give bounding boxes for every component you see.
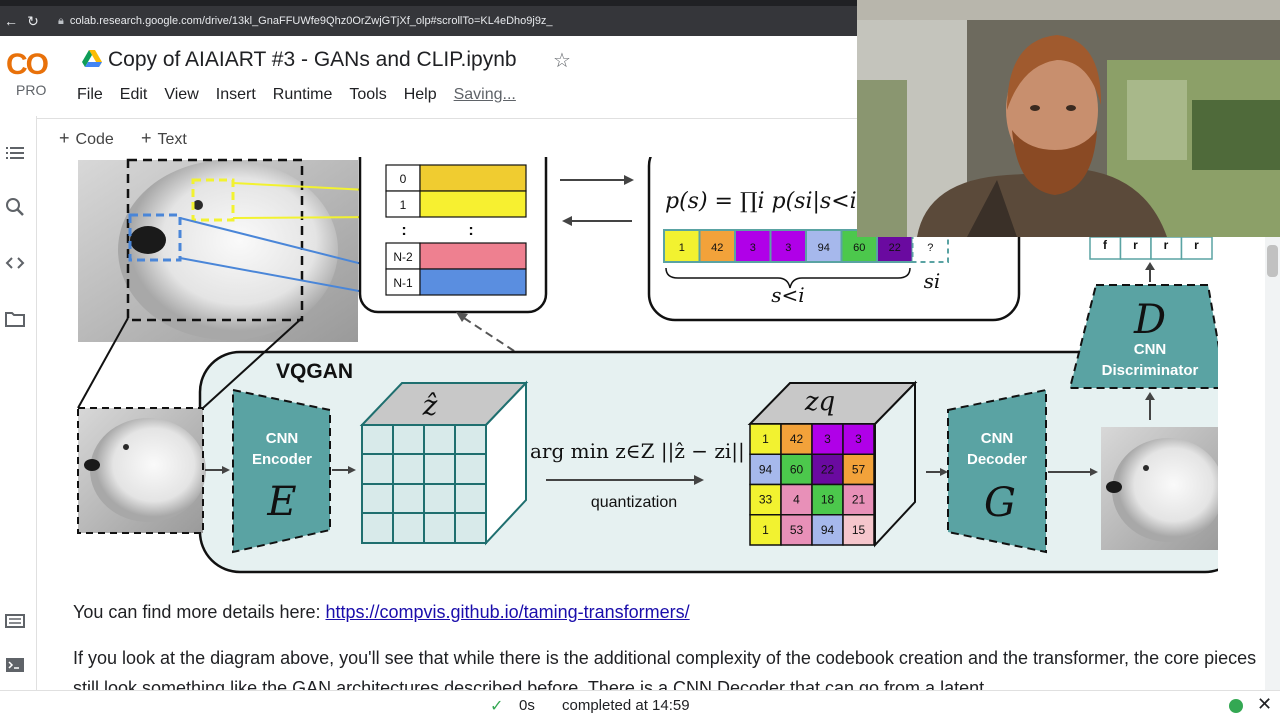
menu-tools[interactable]: Tools (349, 86, 386, 104)
probability-formula: p(s) = ∏i p(si|s<i (665, 189, 857, 214)
plus-icon: + (59, 128, 70, 148)
zq-cell-label: 42 (790, 432, 804, 446)
output-image (1101, 427, 1218, 550)
connection-status-icon[interactable] (1229, 699, 1243, 713)
zq-cell-label: 60 (790, 462, 804, 476)
disc-output-label: r (1133, 238, 1138, 252)
s-less-i-label: s<i (771, 283, 804, 307)
colab-logo[interactable]: CO PRO (6, 48, 60, 99)
command-palette-icon[interactable] (4, 610, 26, 632)
sequence-token-label: 1 (679, 242, 685, 254)
codebook-index-n-2: N-2 (393, 250, 413, 264)
s-i-label: si (924, 269, 941, 293)
menu-view[interactable]: View (164, 86, 198, 104)
zq-cell-label: 21 (852, 493, 866, 507)
sequence-token-label: 3 (785, 242, 791, 254)
zq-cell-label: 4 (793, 493, 800, 507)
encoder-line2: Encoder (252, 451, 312, 468)
encoder-line1: CNN (266, 430, 299, 447)
zq-cell-label: 15 (852, 523, 866, 537)
quantization-label: quantization (591, 494, 677, 511)
add-text-label: Text (157, 131, 187, 148)
zq-cell-label: 94 (821, 523, 835, 537)
run-duration: 0s (519, 697, 535, 714)
codebook-index-n-1: N-1 (393, 276, 413, 290)
address-url[interactable]: colab.research.google.com/drive/13kl_Gna… (70, 15, 553, 27)
search-icon[interactable] (4, 196, 26, 218)
menu-insert[interactable]: Insert (216, 86, 256, 104)
discriminator-letter: D (1133, 297, 1166, 343)
add-code-label: Code (75, 131, 114, 148)
zq-cell-label: 22 (821, 462, 835, 476)
zq-cell-label: 57 (852, 462, 866, 476)
completed-status[interactable]: completed at 14:59 (562, 697, 690, 714)
sequence-token-label: 60 (853, 242, 865, 254)
disc-output-label: r (1164, 238, 1169, 252)
codebook-index-1: 1 (400, 198, 407, 212)
details-paragraph: You can find more details here: https://… (73, 602, 690, 623)
sequence-token-label: 22 (889, 242, 901, 254)
decoder-line2: Decoder (967, 451, 1027, 468)
close-icon[interactable]: ✕ (1257, 694, 1272, 715)
details-prefix: You can find more details here: (73, 602, 326, 622)
decoder-line1: CNN (981, 430, 1014, 447)
codebook-index-0: 0 (400, 172, 407, 186)
back-icon[interactable]: ← (0, 13, 22, 29)
sequence-token-label: 94 (818, 242, 830, 254)
sequence-token-label: 42 (711, 242, 723, 254)
drive-icon[interactable] (82, 50, 102, 68)
argmin-formula: arg min z∈Z ||ẑ − zi|| (530, 439, 745, 464)
add-code-button[interactable]: + Code (59, 128, 114, 149)
notebook-title[interactable]: Copy of AIAIART #3 - GANs and CLIP.ipynb (108, 48, 517, 72)
decoder-letter: G (984, 480, 1016, 526)
vqgan-label: VQGAN (276, 360, 353, 383)
files-icon[interactable] (4, 308, 26, 330)
discriminator-outputs: frrr (1089, 236, 1213, 260)
discriminator-line1: CNN (1134, 341, 1167, 358)
plus-icon: + (141, 128, 152, 148)
zq-cell-label: 1 (762, 523, 769, 537)
reload-icon[interactable]: ↻ (22, 13, 44, 30)
codebook-dots-right: : (468, 222, 473, 239)
sequence-token-label: ? (927, 242, 933, 254)
zq-cell-label: 18 (821, 493, 835, 507)
z-q-label: zq (804, 387, 835, 417)
toc-icon[interactable] (4, 142, 26, 164)
codebook-dots-left: : (401, 222, 406, 239)
zq-cell-label: 33 (759, 493, 773, 507)
code-snippets-icon[interactable] (4, 252, 26, 274)
zq-cell-label: 53 (790, 523, 804, 537)
z-hat-label: ẑ (422, 389, 438, 422)
save-status[interactable]: Saving... (454, 86, 516, 104)
discriminator-line2: Discriminator (1102, 362, 1199, 379)
zq-cell-label: 1 (762, 432, 769, 446)
menu-help[interactable]: Help (404, 86, 437, 104)
lock-icon[interactable]: 🔒︎ (58, 15, 64, 28)
zq-cell-label: 94 (759, 462, 773, 476)
scrollbar-thumb[interactable] (1267, 245, 1278, 277)
menu-edit[interactable]: Edit (120, 86, 148, 104)
terminal-icon[interactable] (4, 654, 26, 676)
star-icon[interactable]: ☆ (553, 48, 571, 73)
zq-cell-label: 3 (824, 432, 831, 446)
add-text-button[interactable]: + Text (141, 128, 187, 149)
z-hat-cube (359, 380, 529, 546)
check-icon: ✓ (490, 698, 504, 715)
menu-bar: File Edit View Insert Runtime Tools Help… (77, 86, 533, 104)
disc-output-label: r (1194, 238, 1199, 252)
menu-file[interactable]: File (77, 86, 103, 104)
colab-logo-text: CO (6, 48, 49, 81)
menu-runtime[interactable]: Runtime (273, 86, 333, 104)
plan-label: PRO (16, 82, 47, 98)
status-bar: ✓ 0s completed at 14:59 ✕ (0, 690, 1280, 720)
sequence-token-label: 3 (750, 242, 756, 254)
input-image (78, 408, 206, 533)
webcam-overlay (857, 0, 1280, 237)
taming-transformers-link[interactable]: https://compvis.github.io/taming-transfo… (326, 602, 690, 622)
zq-cell-label: 3 (855, 432, 862, 446)
left-rail (0, 116, 37, 690)
encoder-letter: E (266, 479, 296, 525)
